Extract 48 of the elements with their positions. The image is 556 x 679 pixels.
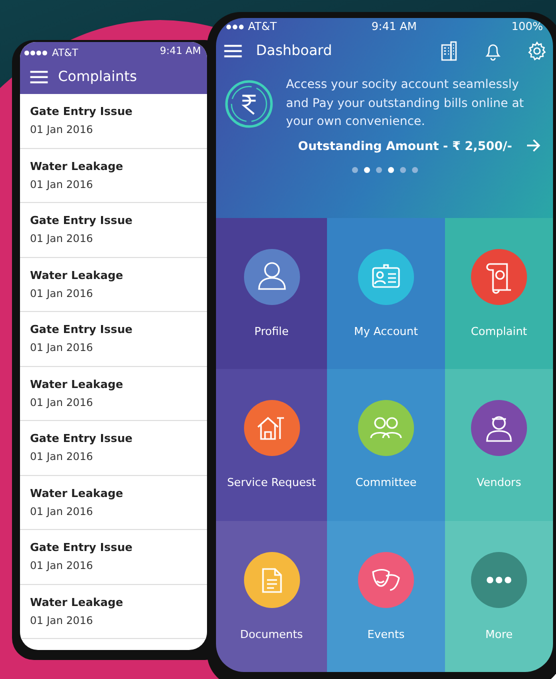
complaint-title: Water Leakage: [30, 160, 124, 173]
screen-title: Dashboard: [256, 43, 332, 59]
signal-icon: [226, 24, 244, 30]
complaint-date: 01 Jan 2016: [30, 614, 94, 627]
complaint-title: Gate Entry Issue: [30, 214, 134, 228]
carrier-label: AT&T: [52, 48, 78, 58]
complaint-title: Water Leakage: [30, 486, 124, 500]
carousel-dot[interactable]: [412, 166, 418, 173]
complaint-title: Gate Entry Issue: [30, 323, 134, 336]
complaint-title: Gate Entry Issue: [30, 105, 134, 118]
complaint-title: Water Leakage: [30, 268, 124, 282]
menu-tile[interactable]: Documents: [216, 520, 327, 672]
signal-icon: [24, 50, 48, 56]
outstanding-amount: Outstanding Amount - ₹ 2,500/-: [298, 138, 512, 153]
arrow-right-icon[interactable]: [526, 139, 541, 152]
complaint-title: Gate Entry Issue: [30, 541, 134, 554]
banner-message: Access your socity account seamlessly and Pay your outstanding bills online at your own convenience.: [286, 76, 525, 130]
complaint-title: Water Leakage: [30, 378, 124, 391]
complaint-date: 01 Jan 2016: [30, 451, 94, 464]
complaint-date: 01 Jan 2016: [30, 233, 94, 246]
menu-tile[interactable]: Committee: [327, 369, 445, 521]
complaint-date: 01 Jan 2016: [30, 342, 94, 354]
carrier-label: AT&T: [248, 20, 277, 33]
menu-icon[interactable]: [224, 44, 242, 58]
complaint-date: 01 Jan 2016: [30, 506, 94, 518]
complaint-date: 01 Jan 2016: [30, 396, 94, 409]
menu-tile[interactable]: Profile: [216, 218, 327, 370]
status-time: 9:41 AM: [372, 20, 417, 33]
battery-label: 100%: [512, 20, 543, 33]
menu-tile[interactable]: My Account: [327, 218, 445, 370]
carousel-dot[interactable]: [400, 166, 406, 173]
menu-tile[interactable]: Service Request: [216, 369, 327, 521]
settings-icon[interactable]: [527, 41, 547, 61]
complaint-date: 01 Jan 2016: [30, 288, 94, 300]
carousel-dot[interactable]: [376, 166, 382, 173]
menu-icon[interactable]: [30, 70, 48, 84]
carousel-dot[interactable]: [352, 166, 358, 173]
complaint-date: 01 Jan 2016: [30, 560, 94, 572]
complaint-title: Gate Entry Issue: [30, 432, 134, 446]
screen-title: Complaints: [58, 69, 137, 85]
status-time: 9:41 AM: [160, 46, 201, 59]
building-icon[interactable]: [439, 41, 459, 61]
carousel-dot[interactable]: [364, 166, 370, 173]
complaint-date: 01 Jan 2016: [30, 124, 94, 136]
carousel-dot[interactable]: [388, 166, 394, 173]
rupee-icon: [224, 79, 274, 129]
complaint-title: Water Leakage: [30, 596, 124, 609]
complaint-date: 01 Jan 2016: [30, 178, 94, 191]
